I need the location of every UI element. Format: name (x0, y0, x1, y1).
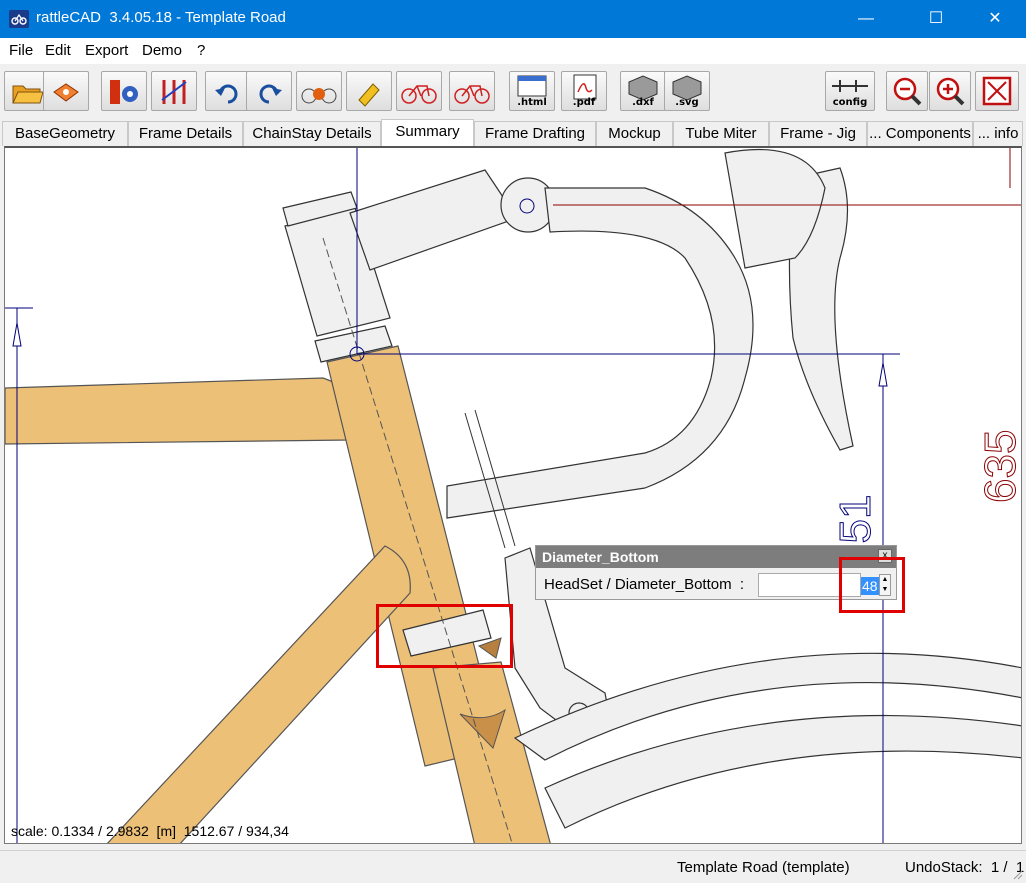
down-tube (106, 545, 411, 843)
menu-bar: File Edit Export Demo ? (0, 38, 1026, 64)
geometry-compare-icon (161, 80, 187, 104)
redo-icon (259, 84, 282, 104)
menu-help[interactable]: ? (197, 42, 205, 59)
tab-chainstay-details[interactable]: ChainStay Details (243, 121, 381, 146)
tab-frame-jig[interactable]: Frame - Jig (769, 121, 867, 146)
zoom-out-icon (893, 77, 922, 106)
redo-button[interactable] (246, 71, 292, 111)
resize-grip-icon[interactable] (1013, 870, 1023, 880)
save-disk-icon (53, 83, 79, 102)
title-bar: rattleCAD 3.4.05.18 - Template Road — ☐ … (0, 0, 1026, 38)
frame-settings-button[interactable] (101, 71, 147, 111)
config-button[interactable]: config (825, 71, 875, 111)
maximize-button[interactable]: ☐ (913, 0, 959, 38)
export-dxf-button[interactable]: .dxf (620, 71, 666, 111)
stem (349, 169, 518, 271)
bike-red-icon (401, 85, 437, 104)
tab-frame-drafting[interactable]: Frame Drafting (474, 121, 596, 146)
tab-summary[interactable]: Summary (381, 119, 474, 146)
undo-stack-status: UndoStack: 1 / 1 (905, 859, 1025, 876)
paint-icon (358, 83, 380, 107)
document-name: Template Road (template) (677, 859, 850, 876)
bike-red-button[interactable] (396, 71, 442, 111)
tab-frame-details[interactable]: Frame Details (128, 121, 243, 146)
bike-render-button[interactable] (296, 71, 342, 111)
geometry-compare-button[interactable] (151, 71, 197, 111)
bike-red-alt-button[interactable] (449, 71, 495, 111)
menu-edit[interactable]: Edit (45, 42, 71, 59)
paint-button[interactable] (346, 71, 392, 111)
fit-view-button[interactable] (975, 71, 1019, 111)
undo-button[interactable] (205, 71, 251, 111)
status-bar: Template Road (template) UndoStack: 1 / … (0, 850, 1026, 883)
undo-icon (215, 84, 238, 104)
headset-highlight-box (376, 604, 513, 668)
zoom-out-button[interactable] (886, 71, 928, 111)
tab-info[interactable]: ... info (973, 121, 1023, 146)
config-label: config (832, 97, 868, 108)
save-button[interactable] (43, 71, 89, 111)
menu-demo[interactable]: Demo (142, 42, 182, 59)
dim-arrow-right (878, 362, 888, 387)
export-pdf-label: .pdf (572, 97, 596, 108)
menu-export[interactable]: Export (85, 42, 128, 59)
drawing-canvas[interactable]: 635 151 scale: 0.1334 / 2.9832 [m] 1512.… (4, 146, 1022, 844)
bike-render-icon (301, 88, 337, 104)
scale-readout: scale: 0.1334 / 2.9832 [m] 1512.67 / 934… (11, 823, 289, 839)
top-tube (5, 377, 356, 445)
export-html-button[interactable]: .html (509, 71, 555, 111)
param-label: HeadSet / Diameter_Bottom : (544, 576, 745, 593)
tab-basegeometry[interactable]: BaseGeometry (2, 121, 128, 146)
zoom-in-icon (936, 77, 965, 106)
export-html-label: .html (517, 97, 547, 108)
rattlecad-app-icon (9, 10, 29, 28)
toolbar: .html .pdf .dxf .svg config (0, 64, 1026, 119)
minimize-button[interactable]: — (843, 0, 889, 38)
bike-red-alt-icon (454, 85, 490, 104)
export-pdf-button[interactable]: .pdf (561, 71, 607, 111)
tab-tube-miter[interactable]: Tube Miter (673, 121, 769, 146)
front-tire (544, 714, 1021, 829)
tab-bar: BaseGeometry Frame Details ChainStay Det… (0, 118, 1026, 146)
export-dxf-label: .dxf (632, 97, 654, 108)
export-svg-button[interactable]: .svg (664, 71, 710, 111)
value-highlight-box (839, 557, 905, 613)
frame-settings-icon (110, 80, 138, 104)
fit-view-icon (982, 76, 1012, 106)
menu-file[interactable]: File (9, 42, 33, 59)
tab-components[interactable]: ... Components (867, 121, 973, 146)
frame-drawing: 635 151 (5, 148, 1022, 843)
dim-arrow-left (12, 322, 22, 347)
handlebar-drop (446, 187, 754, 519)
export-svg-label: .svg (675, 97, 699, 108)
window-title: rattleCAD 3.4.05.18 - Template Road (36, 9, 286, 26)
tab-mockup[interactable]: Mockup (596, 121, 673, 146)
zoom-in-button[interactable] (929, 71, 971, 111)
close-button[interactable]: ✕ (972, 0, 1018, 38)
dim-label-635: 635 (976, 430, 1022, 503)
